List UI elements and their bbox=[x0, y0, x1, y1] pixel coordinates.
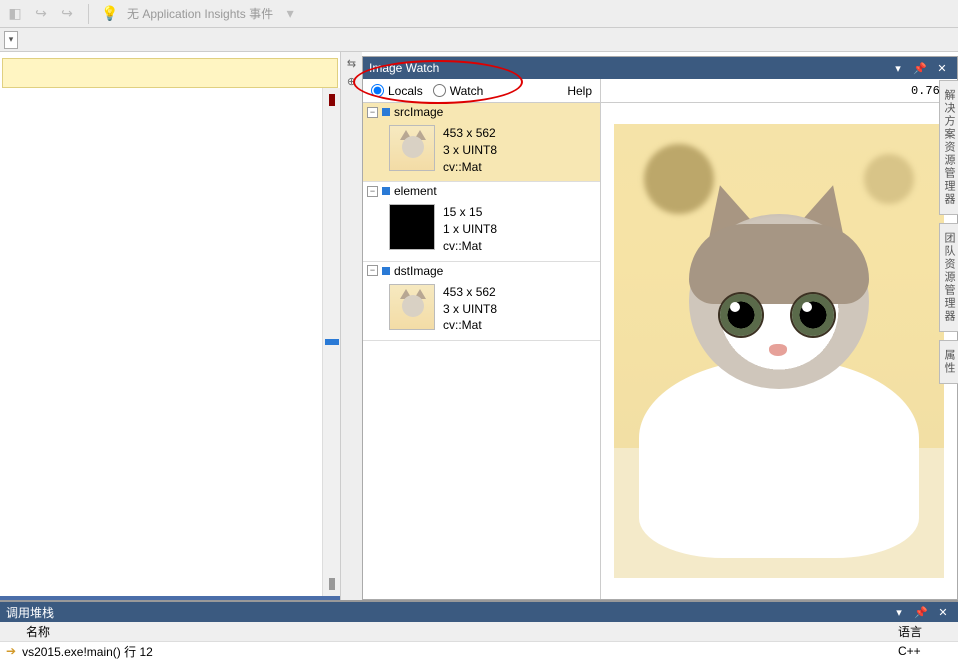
combo-dropdown[interactable]: ▾ bbox=[4, 31, 18, 49]
tree-toggle-icon[interactable]: − bbox=[367, 107, 378, 118]
variable-meta: 15 x 151 x UINT8cv::Mat bbox=[443, 204, 497, 254]
variable-meta: 453 x 5623 x UINT8cv::Mat bbox=[443, 284, 497, 334]
bookmark-prev-icon[interactable]: ◧ bbox=[6, 5, 24, 23]
editor-gutter: ⇆ ⊕ bbox=[340, 52, 362, 600]
callstack-titlebar[interactable]: 调用堆栈 ▾ 📌 ✕ bbox=[0, 602, 958, 622]
help-link[interactable]: Help bbox=[567, 84, 592, 98]
column-name[interactable]: 名称 bbox=[26, 623, 898, 640]
side-tab-solution-explorer[interactable]: 解决方案资源管理器 bbox=[939, 80, 958, 215]
pin-icon[interactable]: 📌 bbox=[911, 60, 929, 76]
window-menu-icon[interactable]: ▾ bbox=[890, 604, 908, 620]
marker-error-icon bbox=[329, 94, 335, 106]
locals-radio[interactable]: Locals bbox=[371, 84, 423, 98]
variable-meta: 453 x 5623 x UINT8cv::Mat bbox=[443, 125, 497, 175]
callstack-title: 调用堆栈 bbox=[6, 604, 54, 621]
frame-lang: C++ bbox=[898, 644, 958, 658]
marker-cursor-icon bbox=[325, 339, 339, 345]
editor-header-bar bbox=[2, 58, 338, 88]
bookmark-next-icon[interactable]: ↪ bbox=[32, 5, 50, 23]
side-tab-properties[interactable]: 属性 bbox=[939, 340, 958, 384]
bullet-icon bbox=[382, 108, 390, 116]
bookmark-next2-icon[interactable]: ↪ bbox=[58, 5, 76, 23]
split-icon[interactable]: ⇆ bbox=[345, 56, 359, 70]
tree-toggle-icon[interactable]: − bbox=[367, 265, 378, 276]
watch-radio[interactable]: Watch bbox=[433, 84, 484, 98]
variable-thumbnail[interactable] bbox=[389, 125, 435, 171]
variable-thumbnail[interactable] bbox=[389, 284, 435, 330]
image-watch-title: Image Watch bbox=[369, 61, 439, 75]
app-insights-label[interactable]: 无 Application Insights 事件 bbox=[127, 5, 273, 22]
locals-radio-input[interactable] bbox=[371, 84, 384, 97]
close-icon[interactable]: ✕ bbox=[934, 604, 952, 620]
dropdown-arrow-icon[interactable]: ▾ bbox=[281, 5, 299, 23]
variable-item[interactable]: − element15 x 151 x UINT8cv::Mat bbox=[363, 182, 600, 261]
bullet-icon bbox=[382, 187, 390, 195]
current-frame-icon: ➔ bbox=[6, 644, 16, 658]
side-tabs: 解决方案资源管理器 团队资源管理器 属性 bbox=[940, 80, 958, 384]
image-watch-panel: Image Watch ▾ 📌 ✕ Locals Watch bbox=[362, 56, 958, 600]
expand-icon[interactable]: ⊕ bbox=[345, 74, 359, 88]
preview-image bbox=[614, 124, 944, 578]
preview-area[interactable] bbox=[601, 103, 957, 599]
locals-label: Locals bbox=[388, 84, 423, 98]
separator bbox=[88, 4, 89, 24]
variable-name: dstImage bbox=[394, 264, 443, 278]
callstack-panel: 调用堆栈 ▾ 📌 ✕ 名称 语言 ➔ vs2015.exe!main() 行 1… bbox=[0, 600, 958, 660]
zoom-row: 0.76x bbox=[601, 79, 957, 103]
watch-label: Watch bbox=[450, 84, 484, 98]
toolbar-top: ◧ ↪ ↪ 💡 无 Application Insights 事件 ▾ bbox=[0, 0, 958, 28]
combo-row: ▾ bbox=[0, 28, 958, 52]
editor-scrollbar[interactable] bbox=[322, 88, 340, 596]
variable-list-pane: Locals Watch Help −srcImage453 x 5623 x … bbox=[363, 79, 601, 599]
column-lang[interactable]: 语言 bbox=[898, 623, 958, 640]
frame-name: vs2015.exe!main() 行 12 bbox=[22, 643, 892, 660]
variable-item[interactable]: − dstImage453 x 5623 x UINT8cv::Mat bbox=[363, 262, 600, 341]
watch-radio-input[interactable] bbox=[433, 84, 446, 97]
variable-name: element bbox=[394, 184, 437, 198]
variable-item[interactable]: − srcImage453 x 5623 x UINT8cv::Mat bbox=[363, 103, 600, 182]
lightbulb-icon[interactable]: 💡 bbox=[101, 5, 119, 23]
mode-radio-row: Locals Watch Help bbox=[363, 79, 600, 103]
image-watch-titlebar[interactable]: Image Watch ▾ 📌 ✕ bbox=[363, 57, 957, 79]
image-preview-pane: 0.76x bbox=[601, 79, 957, 599]
close-icon[interactable]: ✕ bbox=[933, 60, 951, 76]
editor-body[interactable] bbox=[0, 88, 340, 600]
callstack-columns: 名称 语言 bbox=[0, 622, 958, 642]
window-menu-icon[interactable]: ▾ bbox=[889, 60, 907, 76]
variable-list[interactable]: −srcImage453 x 5623 x UINT8cv::Mat−eleme… bbox=[363, 103, 600, 599]
tree-toggle-icon[interactable]: − bbox=[367, 186, 378, 197]
variable-name: srcImage bbox=[394, 105, 443, 119]
editor-pane bbox=[0, 52, 340, 600]
bullet-icon bbox=[382, 267, 390, 275]
variable-thumbnail[interactable] bbox=[389, 204, 435, 250]
marker-scroll-icon bbox=[329, 578, 335, 590]
callstack-row[interactable]: ➔ vs2015.exe!main() 行 12 C++ bbox=[0, 642, 958, 660]
side-tab-team-explorer[interactable]: 团队资源管理器 bbox=[939, 223, 958, 332]
pin-icon[interactable]: 📌 bbox=[912, 604, 930, 620]
